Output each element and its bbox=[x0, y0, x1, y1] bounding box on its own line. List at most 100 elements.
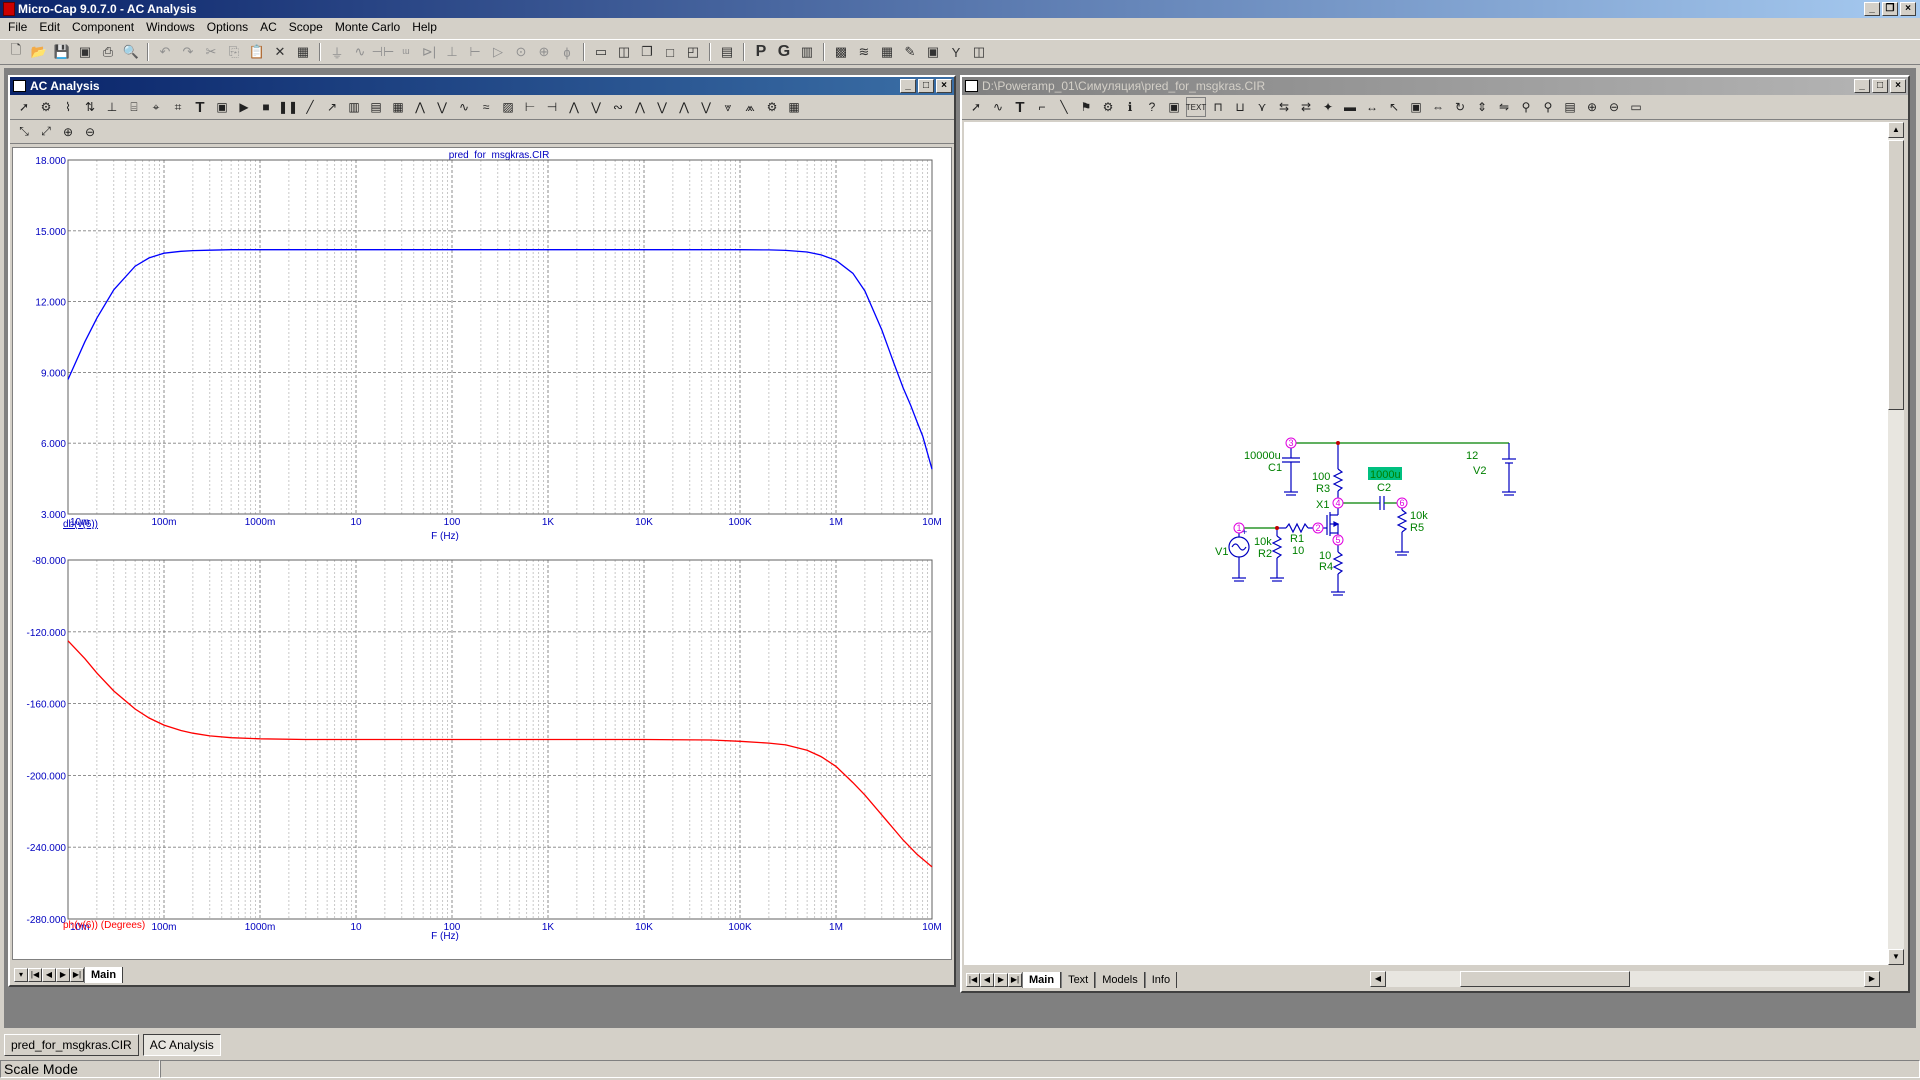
scroll-right-icon[interactable]: ▶ bbox=[994, 973, 1008, 987]
restore-button[interactable]: ❐ bbox=[1882, 2, 1898, 16]
currents-icon[interactable]: ⋎ bbox=[1252, 97, 1272, 117]
c2-name[interactable]: C2 bbox=[1377, 482, 1391, 494]
scroll-right-icon[interactable]: ▶ bbox=[56, 968, 70, 982]
magnitude-curve[interactable] bbox=[67, 249, 933, 470]
g-icon[interactable]: G bbox=[774, 42, 794, 62]
scroll-end-icon[interactable]: ▶| bbox=[1008, 973, 1022, 987]
valley-right-icon[interactable]: ⋁ bbox=[586, 97, 606, 117]
menu-file[interactable]: File bbox=[2, 18, 33, 37]
peak-icon[interactable]: ⋀ bbox=[410, 97, 430, 117]
minor-grid-icon[interactable]: ▦ bbox=[388, 97, 408, 117]
scale-mode-2-icon[interactable]: ⤢ bbox=[36, 122, 56, 142]
text-tool-icon[interactable]: T bbox=[1010, 97, 1030, 117]
minimize-button[interactable]: _ bbox=[1864, 2, 1880, 16]
scroll-begin-icon[interactable]: |◀ bbox=[28, 968, 42, 982]
component-mode-icon[interactable]: ⚙ bbox=[1098, 97, 1118, 117]
component-icon[interactable]: ▥ bbox=[797, 42, 817, 62]
flag-icon[interactable]: ⚑ bbox=[1076, 97, 1096, 117]
npn-icon[interactable]: ⊢ bbox=[465, 42, 485, 62]
tile-vertical-icon[interactable]: ◫ bbox=[614, 42, 634, 62]
scroll-end-icon[interactable]: ▶| bbox=[70, 968, 84, 982]
print-preview-icon[interactable]: 🔍 bbox=[121, 42, 141, 62]
component-mode-icon[interactable]: ⚙ bbox=[36, 97, 56, 117]
v1-name[interactable]: V1 bbox=[1215, 546, 1228, 558]
cursor-icon[interactable]: ⌖ bbox=[146, 97, 166, 117]
select-arrow-icon[interactable]: ➚ bbox=[966, 97, 986, 117]
scroll-thumb[interactable] bbox=[1888, 140, 1904, 410]
c1-name[interactable]: C1 bbox=[1268, 462, 1282, 474]
r2-value[interactable]: 10k bbox=[1254, 536, 1272, 548]
axis-icon[interactable]: ⊥ bbox=[102, 97, 122, 117]
cut-icon[interactable]: ✂ bbox=[201, 42, 221, 62]
window2-icon[interactable]: ◰ bbox=[683, 42, 703, 62]
scale-icon[interactable]: ⇅ bbox=[80, 97, 100, 117]
analysis-icon[interactable]: ▣ bbox=[923, 42, 943, 62]
scroll-left-icon[interactable]: ◀ bbox=[42, 968, 56, 982]
menu-scope[interactable]: Scope bbox=[283, 18, 329, 37]
help-mode-icon[interactable]: ? bbox=[1142, 97, 1162, 117]
text-tool-icon[interactable]: T bbox=[190, 97, 210, 117]
switch-icon[interactable]: ⊕ bbox=[534, 42, 554, 62]
schematic-svg[interactable]: + 3 4 6 1 2 5 10000u C1 100 R3 1000u C2 … bbox=[964, 122, 1888, 965]
info-icon[interactable]: ℹ bbox=[1120, 97, 1140, 117]
diode-icon[interactable]: ⊳| bbox=[419, 42, 439, 62]
paste-icon[interactable]: 📋 bbox=[247, 42, 267, 62]
find-next-icon[interactable]: ⚲ bbox=[1538, 97, 1558, 117]
scale-mode-icon[interactable]: ⤡ bbox=[14, 122, 34, 142]
r2-name[interactable]: R2 bbox=[1258, 548, 1272, 560]
sch-maximize-button[interactable]: □ bbox=[1872, 79, 1888, 93]
junction-icon[interactable]: ɸ bbox=[557, 42, 577, 62]
scroll-left-icon[interactable]: ◀ bbox=[980, 973, 994, 987]
scroll-begin-icon[interactable]: |◀ bbox=[966, 973, 980, 987]
pin-connections-icon[interactable]: ✦ bbox=[1318, 97, 1338, 117]
line-tool-icon[interactable]: ╱ bbox=[300, 97, 320, 117]
zoom-in-icon[interactable]: ⊕ bbox=[1582, 97, 1602, 117]
zoom-out-icon[interactable]: ⊖ bbox=[1604, 97, 1624, 117]
menu-options[interactable]: Options bbox=[201, 18, 254, 37]
battery-icon[interactable]: ⊥ bbox=[442, 42, 462, 62]
task-ac-analysis[interactable]: AC Analysis bbox=[142, 1034, 221, 1056]
pause-icon[interactable]: ❚❚ bbox=[278, 97, 298, 117]
copy-icon[interactable]: ⎘ bbox=[224, 42, 244, 62]
schematic-canvas[interactable]: + 3 4 6 1 2 5 10000u C1 100 R3 1000u C2 … bbox=[964, 122, 1888, 965]
high-icon[interactable]: ≈ bbox=[476, 97, 496, 117]
schematic-vertical-scrollbar[interactable]: ▲ ▼ bbox=[1888, 122, 1904, 965]
sub-icon[interactable]: Y bbox=[946, 42, 966, 62]
tag-icon[interactable]: ⌗ bbox=[168, 97, 188, 117]
run-icon[interactable]: ▶ bbox=[234, 97, 254, 117]
tab-main[interactable]: Main bbox=[1022, 972, 1062, 988]
sch-minimize-button[interactable]: _ bbox=[1854, 79, 1870, 93]
menu-ac[interactable]: AC bbox=[254, 18, 283, 37]
ac-minimize-button[interactable]: _ bbox=[900, 79, 916, 93]
x1-name[interactable]: X1 bbox=[1316, 499, 1329, 511]
plot-properties-icon[interactable]: ▨ bbox=[498, 97, 518, 117]
properties-icon[interactable]: ▣ bbox=[212, 97, 232, 117]
scroll-thumb[interactable] bbox=[1460, 971, 1630, 987]
schematic-horizontal-scrollbar[interactable]: ◀ ▶ bbox=[1370, 971, 1880, 987]
numeric-output-icon[interactable]: ▦ bbox=[784, 97, 804, 117]
r3-value[interactable]: 100 bbox=[1312, 471, 1330, 483]
text-toggle-icon[interactable]: TEXT bbox=[1186, 97, 1206, 117]
menu-monte-carlo[interactable]: Monte Carlo bbox=[329, 18, 406, 37]
point-to-end-icon[interactable]: ▣ bbox=[1164, 97, 1184, 117]
r5-name[interactable]: R5 bbox=[1410, 522, 1424, 534]
c2-value[interactable]: 1000u bbox=[1370, 469, 1401, 481]
print-icon[interactable]: ⎙ bbox=[98, 42, 118, 62]
global-low-icon[interactable]: ⋁ bbox=[652, 97, 672, 117]
ground-icon[interactable]: ⏚ bbox=[327, 42, 347, 62]
tile-horizontal-icon[interactable]: ▭ bbox=[591, 42, 611, 62]
r5-value[interactable]: 10k bbox=[1410, 510, 1428, 522]
inflection-icon[interactable]: ∾ bbox=[608, 97, 628, 117]
open-icon[interactable]: 📂 bbox=[29, 42, 49, 62]
find-icon[interactable]: ⚲ bbox=[1516, 97, 1536, 117]
save-all-icon[interactable]: ▣ bbox=[75, 42, 95, 62]
undo-icon[interactable]: ↶ bbox=[155, 42, 175, 62]
pointer-icon[interactable]: ↖ bbox=[1384, 97, 1404, 117]
waveform-icon[interactable]: ≋ bbox=[854, 42, 874, 62]
menu-windows[interactable]: Windows bbox=[140, 18, 201, 37]
v2-value[interactable]: 12 bbox=[1466, 450, 1478, 462]
scroll-left-icon[interactable]: ◀ bbox=[1370, 971, 1386, 987]
tab-models[interactable]: Models bbox=[1095, 972, 1145, 988]
fit-icon[interactable]: ▭ bbox=[1626, 97, 1646, 117]
global-high-icon[interactable]: ⋀ bbox=[630, 97, 650, 117]
